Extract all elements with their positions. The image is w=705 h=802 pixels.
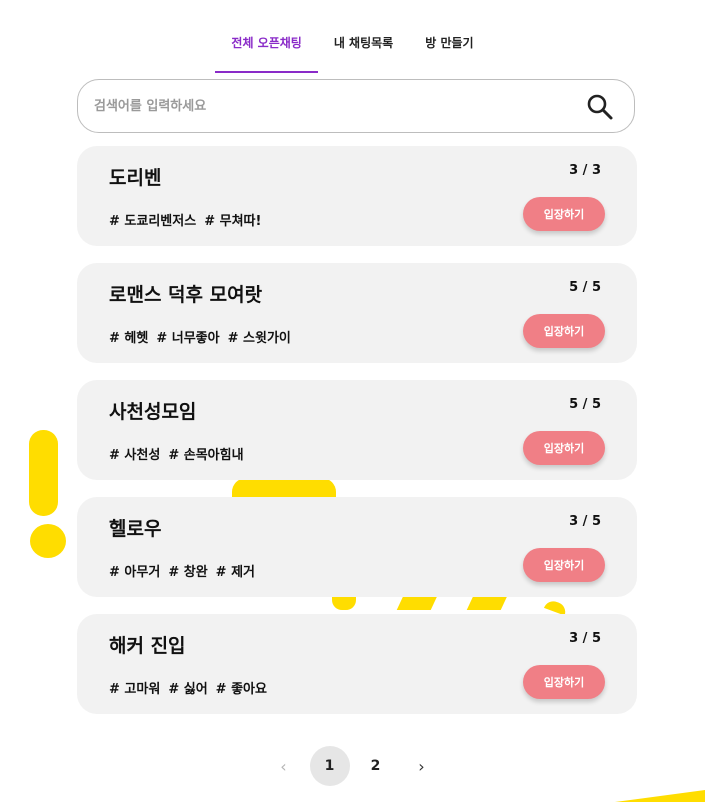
room-tag: 손목아힘내 [168,444,244,463]
member-count: 3 / 5 [569,514,601,529]
room-title: 헬로우 [109,518,162,540]
exclamation-dot-decoration [30,524,66,558]
room-tag: 창완 [168,561,208,580]
page-button-1[interactable]: 1 [309,746,350,786]
pagination: ‹ 1 2 › [0,746,705,786]
chat-room-card: 도리벤 3 / 3 도쿄리벤저스 무쳐따! 입장하기 [77,146,637,246]
prev-page-button[interactable]: ‹ [264,746,304,786]
corner-decoration [615,790,705,802]
enter-room-button[interactable]: 입장하기 [523,197,605,231]
room-title: 사천성모임 [109,401,197,423]
room-tags: 아무거 창완 제거 [109,561,255,580]
chat-room-card: 해커 진입 3 / 5 고마워 싫어 좋아요 입장하기 [77,614,637,714]
room-title: 로맨스 덕후 모여랏 [109,284,263,306]
chat-room-card: 로맨스 덕후 모여랏 5 / 5 헤헷 너무좋아 스윗가이 입장하기 [77,263,637,363]
member-count: 5 / 5 [569,397,601,412]
room-tags: 도쿄리벤저스 무쳐따! [109,210,261,229]
tab-my-chats[interactable]: 내 채팅목록 [318,26,409,73]
room-tags: 사천성 손목아힘내 [109,444,244,463]
next-page-button[interactable]: › [402,746,442,786]
enter-room-button[interactable]: 입장하기 [523,548,605,582]
room-tag: 스윗가이 [228,327,291,346]
tab-create-room[interactable]: 방 만들기 [409,26,489,73]
enter-room-button[interactable]: 입장하기 [523,665,605,699]
room-tag: 헤헷 [109,327,148,346]
enter-room-button[interactable]: 입장하기 [523,431,605,465]
search-bar [77,79,635,133]
search-input[interactable] [92,97,566,115]
enter-room-button[interactable]: 입장하기 [523,314,605,348]
room-tag: 아무거 [109,561,160,580]
room-tag: 도쿄리벤저스 [109,210,196,229]
room-tag: 싫어 [168,678,208,697]
room-tags: 고마워 싫어 좋아요 [109,678,267,697]
exclamation-decoration [29,430,58,516]
room-title: 도리벤 [109,167,162,189]
room-tags: 헤헷 너무좋아 스윗가이 [109,327,291,346]
search-icon[interactable] [586,93,614,121]
page-button-2[interactable]: 2 [356,746,396,786]
chat-room-card: 헬로우 3 / 5 아무거 창완 제거 입장하기 [77,497,637,597]
room-tag: 무쳐따! [204,210,262,229]
room-tag: 너무좋아 [156,327,220,346]
room-tag: 고마워 [109,678,160,697]
room-tag: 제거 [216,561,255,580]
tab-bar: 전체 오픈채팅 내 채팅목록 방 만들기 [0,26,705,73]
member-count: 3 / 3 [569,163,601,178]
room-tag: 사천성 [109,444,160,463]
member-count: 5 / 5 [569,280,601,295]
chat-room-card: 사천성모임 5 / 5 사천성 손목아힘내 입장하기 [77,380,637,480]
tab-all-open-chats[interactable]: 전체 오픈채팅 [215,26,318,73]
chat-room-list: 도리벤 3 / 3 도쿄리벤저스 무쳐따! 입장하기 로맨스 덕후 모여랏 5 … [77,146,637,731]
room-title: 해커 진입 [109,635,186,657]
member-count: 3 / 5 [569,631,601,646]
room-tag: 좋아요 [216,678,267,697]
